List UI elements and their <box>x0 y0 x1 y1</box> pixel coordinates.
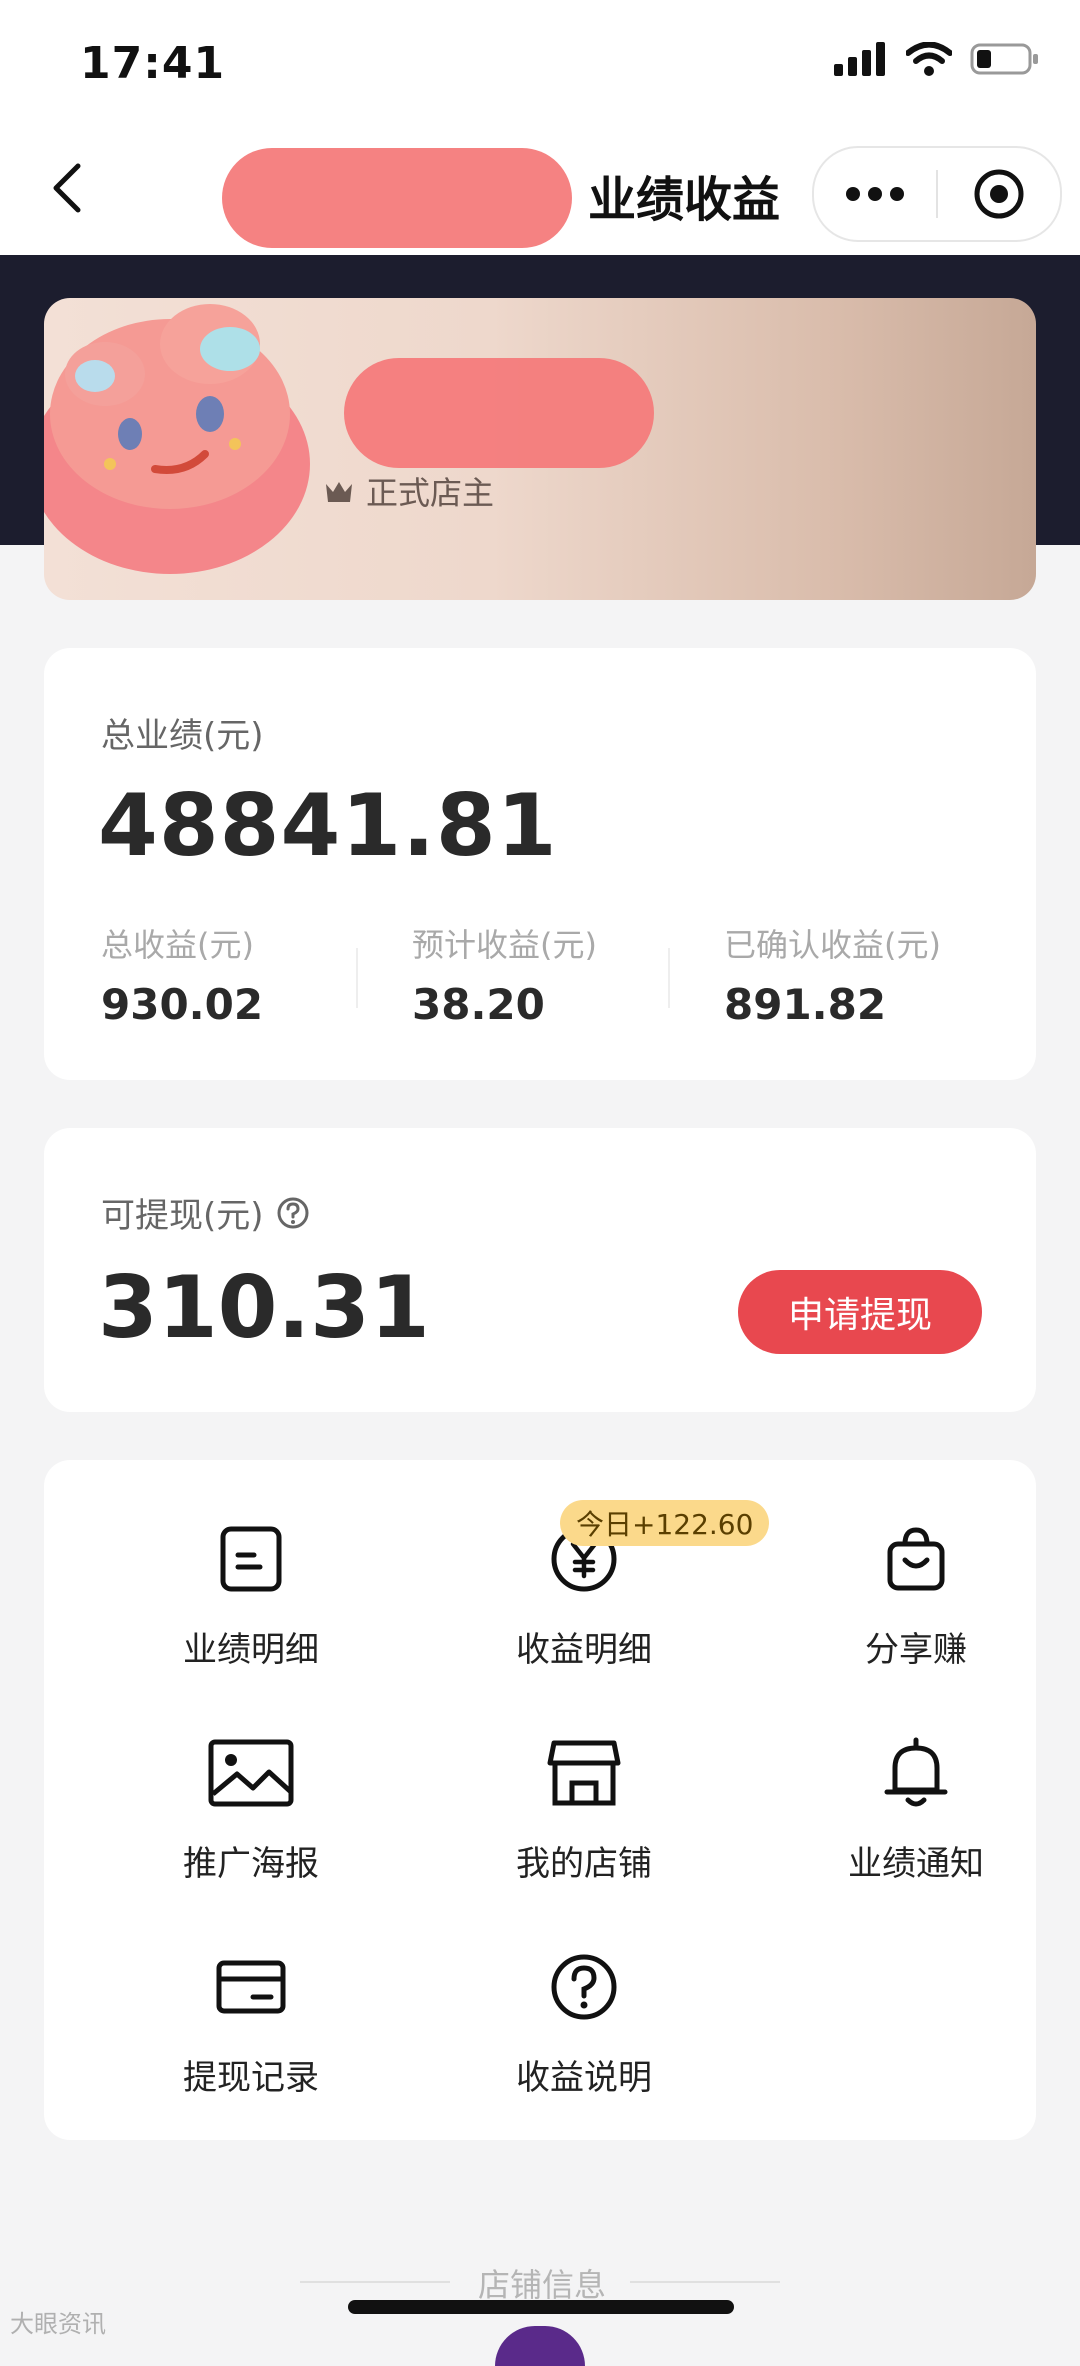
function-menu-card: 业绩明细 收益明细 今日+122.60 分享赚 推广海报 我的店铺 业绩通知 提… <box>44 1460 1036 2140</box>
battery-icon <box>970 43 1038 75</box>
stat-estimated-income: 预计收益(元) 38.20 <box>412 920 597 1029</box>
member-tier: 正式店主 <box>324 468 494 514</box>
status-icons <box>834 42 1040 76</box>
question-icon <box>551 1954 617 2020</box>
menu-item-label: 我的店铺 <box>516 1844 652 1884</box>
footer-divider-right <box>630 2281 780 2283</box>
avatar[interactable] <box>44 298 320 584</box>
tier-label: 正式店主 <box>366 474 495 512</box>
stat-label: 预计收益(元) <box>412 926 597 964</box>
help-icon[interactable] <box>276 1196 310 1230</box>
document-icon <box>220 1526 282 1592</box>
redacted-store-name <box>222 148 572 248</box>
menu-item-my-store[interactable]: 我的店铺 <box>424 1728 744 1928</box>
stat-value: 891.82 <box>724 980 887 1029</box>
menu-item-performance-notice[interactable]: 业绩通知 <box>756 1728 1076 1928</box>
redacted-user-name <box>344 358 654 468</box>
shopping-bag-icon <box>887 1527 945 1591</box>
stat-value: 930.02 <box>101 980 264 1029</box>
profile-card: 正式店主 <box>44 298 1036 600</box>
footer-divider-left <box>300 2281 450 2283</box>
apply-withdraw-button[interactable]: 申请提现 <box>738 1270 982 1354</box>
menu-item-income-explanation[interactable]: 收益说明 <box>424 1942 744 2142</box>
watermark: 大眼资讯 <box>10 2310 106 2338</box>
back-icon[interactable] <box>38 158 98 218</box>
status-time: 17:41 <box>80 38 226 89</box>
menu-item-label: 业绩明细 <box>183 1630 319 1670</box>
total-performance-value: 48841.81 <box>98 776 558 876</box>
more-button[interactable] <box>814 148 936 240</box>
target-circle-icon <box>974 169 1024 219</box>
miniprogram-capsule <box>812 146 1062 242</box>
nav-bar: 业绩收益 <box>0 130 1080 255</box>
floating-button[interactable] <box>495 2326 585 2366</box>
wifi-icon <box>906 42 952 76</box>
stat-label: 已确认收益(元) <box>724 926 941 964</box>
status-bar: 17:41 <box>0 0 1080 130</box>
menu-item-label: 推广海报 <box>183 1844 319 1884</box>
menu-item-share-earn[interactable]: 分享赚 <box>756 1514 1076 1714</box>
withdrawable-label-row: 可提现(元) <box>101 1188 310 1237</box>
menu-item-label: 收益明细 <box>516 1630 652 1670</box>
bell-icon <box>884 1737 948 1807</box>
menu-item-label: 分享赚 <box>865 1630 967 1670</box>
stat-divider <box>356 948 358 1008</box>
more-dots-icon <box>846 187 904 201</box>
menu-item-label: 收益说明 <box>516 2058 652 2098</box>
card-icon <box>216 1960 286 2014</box>
stat-value: 38.20 <box>412 980 545 1029</box>
home-indicator[interactable] <box>348 2300 734 2314</box>
menu-item-promo-poster[interactable]: 推广海报 <box>91 1728 411 1928</box>
stat-divider <box>668 948 670 1008</box>
menu-item-withdraw-record[interactable]: 提现记录 <box>91 1942 411 2142</box>
withdrawable-card: 可提现(元) 310.31 申请提现 <box>44 1128 1036 1412</box>
stat-confirmed-income: 已确认收益(元) 891.82 <box>724 920 941 1029</box>
stat-total-income: 总收益(元) 930.02 <box>101 920 263 1029</box>
crown-icon <box>326 482 352 502</box>
performance-card: 总业绩(元) 48841.81 总收益(元) 930.02 预计收益(元) 38… <box>44 648 1036 1080</box>
image-icon <box>208 1739 294 1807</box>
total-performance-label: 总业绩(元) <box>101 716 264 756</box>
close-miniprogram-button[interactable] <box>938 148 1060 240</box>
menu-item-label: 业绩通知 <box>848 1844 984 1884</box>
signal-icon <box>834 42 885 76</box>
menu-item-label: 提现记录 <box>183 2058 319 2098</box>
store-icon <box>547 1740 621 1806</box>
menu-item-performance-detail[interactable]: 业绩明细 <box>91 1514 411 1714</box>
page-title: 业绩收益 <box>588 172 781 228</box>
withdrawable-label: 可提现(元) <box>101 1196 264 1236</box>
withdrawable-value: 310.31 <box>98 1258 430 1358</box>
today-income-badge: 今日+122.60 <box>560 1500 770 1546</box>
stat-label: 总收益(元) <box>101 926 254 964</box>
